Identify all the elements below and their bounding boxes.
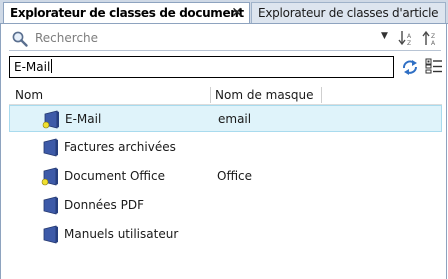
column-header-mask-name[interactable]: Nom de masque	[215, 88, 314, 102]
column-divider[interactable]	[210, 87, 211, 103]
svg-text:A: A	[431, 40, 436, 47]
search-placeholder[interactable]: Recherche	[35, 31, 98, 45]
svg-text:A: A	[407, 33, 412, 40]
refresh-icon[interactable]	[401, 58, 419, 76]
table-row[interactable]: Document Office Office	[9, 163, 442, 190]
svg-text:Z: Z	[407, 40, 411, 47]
tab-label: Explorateur de classes de document	[10, 6, 244, 20]
document-class-icon	[42, 110, 59, 129]
column-header-name[interactable]: Nom	[15, 88, 43, 102]
row-name: E-Mail	[65, 112, 102, 126]
row-name: Manuels utilisateur	[64, 227, 179, 241]
column-divider[interactable]	[321, 87, 322, 103]
table-row[interactable]: Manuels utilisateur	[9, 221, 442, 248]
filter-value: E-Mail	[14, 60, 51, 74]
close-icon[interactable]: ✕	[231, 3, 243, 23]
row-name: Document Office	[64, 169, 166, 183]
tab-document-class-explorer[interactable]: Explorateur de classes de document ✕	[3, 2, 250, 23]
table-row[interactable]: Factures archivées	[9, 134, 442, 161]
magnifier-icon[interactable]	[11, 30, 29, 48]
svg-text:Z: Z	[431, 33, 435, 40]
document-class-icon	[43, 196, 58, 215]
filter-input[interactable]: E-Mail	[9, 56, 394, 78]
search-bar: Recherche ▼ A Z Z A	[9, 28, 441, 51]
tab-strip: Explorateur de classes de document ✕ Exp…	[0, 0, 448, 24]
text-caret	[51, 59, 53, 73]
table-row[interactable]: E-Mail email	[9, 105, 442, 132]
explorer-panel: Recherche ▼ A Z Z A E-Mail Nom Nom de ma…	[0, 24, 447, 279]
tab-article-class-explorer[interactable]: Explorateur de classes d'article	[251, 2, 446, 23]
document-class-icon	[43, 225, 58, 244]
dropdown-arrow-icon[interactable]: ▼	[381, 31, 388, 41]
column-chooser-icon[interactable]	[425, 58, 443, 76]
row-name: Données PDF	[64, 198, 145, 212]
row-name: Factures archivées	[64, 140, 176, 154]
grid-header: Nom Nom de masque	[9, 86, 442, 105]
sort-ascending-icon[interactable]: Z A	[421, 29, 439, 47]
row-mask-name: email	[218, 112, 252, 126]
tab-label: Explorateur de classes d'article	[258, 6, 439, 20]
document-class-icon	[41, 167, 58, 186]
document-class-icon	[43, 138, 58, 157]
sort-descending-icon[interactable]: A Z	[397, 29, 415, 47]
table-row[interactable]: Données PDF	[9, 192, 442, 219]
row-mask-name: Office	[217, 169, 253, 183]
